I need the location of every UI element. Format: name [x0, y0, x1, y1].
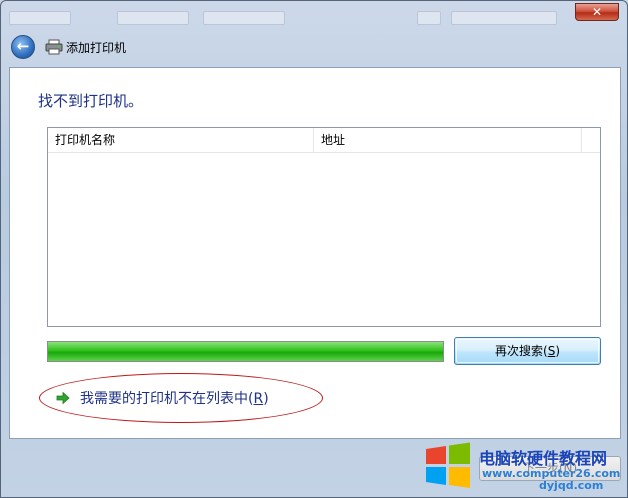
back-arrow-icon: ←	[16, 37, 30, 55]
blurred-breadcrumb	[117, 11, 189, 25]
blurred-breadcrumb	[203, 11, 285, 25]
search-again-label: 再次搜索(S)	[495, 344, 560, 358]
blurred-breadcrumb	[9, 11, 71, 25]
printer-list[interactable]: 打印机名称 地址	[47, 127, 601, 327]
list-header: 打印机名称 地址	[48, 128, 600, 153]
blurred-refresh	[417, 11, 441, 25]
column-header-address[interactable]: 地址	[314, 128, 582, 152]
printer-not-listed-link[interactable]: 我需要的打印机不在列表中(R)	[80, 388, 269, 408]
column-header-printer-name[interactable]: 打印机名称	[48, 128, 314, 152]
watermark-url-secondary: dyjqd.com	[539, 479, 604, 492]
search-again-button[interactable]: 再次搜索(S)	[454, 337, 601, 365]
back-button[interactable]: ←	[11, 35, 35, 59]
wizard-title: 添加打印机	[66, 41, 127, 55]
page-heading: 找不到打印机。	[38, 92, 144, 110]
green-arrow-icon	[56, 391, 70, 405]
title-bar	[7, 5, 567, 25]
windows-logo-icon	[426, 442, 470, 488]
watermark-title: 电脑软硬件教程网	[479, 449, 608, 468]
progress-fill	[48, 342, 443, 361]
search-progress-bar	[47, 341, 444, 362]
printer-not-listed-row: 我需要的打印机不在列表中(R)	[39, 373, 323, 423]
blurred-search	[451, 11, 557, 25]
printer-icon	[45, 39, 63, 55]
close-button[interactable]: ✕	[575, 3, 619, 21]
add-printer-window: ✕ ← 添加打印机 找不到打印机。 打印机名称 地址 再次搜索(S) 我需要的打…	[0, 0, 628, 498]
